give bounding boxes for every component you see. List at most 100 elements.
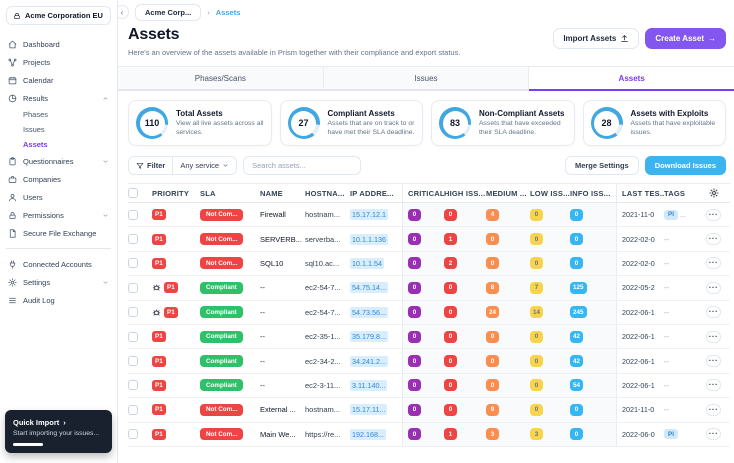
merge-settings-button[interactable]: Merge Settings <box>564 156 639 175</box>
create-asset-button[interactable]: Create Asset → <box>645 28 726 49</box>
asset-ip[interactable]: 3.11.140... <box>350 379 388 391</box>
sidebar-item-questionnaires[interactable]: Questionnaires <box>6 152 111 170</box>
table-row[interactable]: P1 Not Com... SERVERB... serverba... 10.… <box>128 227 730 252</box>
sidebar-item-audit-log[interactable]: Audit Log <box>6 291 111 309</box>
sidebar-item-projects[interactable]: Projects <box>6 53 111 71</box>
download-issues-button[interactable]: Download Issues <box>644 156 726 175</box>
column-header-high-iss-[interactable]: HIGH ISS... <box>444 184 486 202</box>
sidebar-item-calendar[interactable]: Calendar <box>6 71 111 89</box>
asset-ip[interactable]: 192.168... <box>350 428 386 440</box>
import-assets-button[interactable]: Import Assets <box>553 28 640 49</box>
row-checkbox[interactable] <box>128 282 138 293</box>
table-row[interactable]: P1 Not Com... Main We... https://re... 1… <box>128 422 730 447</box>
asset-ip[interactable]: 10.1.1.54 <box>350 257 384 269</box>
asset-ip[interactable]: 15.17.12.1 <box>350 209 388 221</box>
sidebar-item-settings[interactable]: Settings <box>6 273 111 291</box>
asset-name[interactable]: External ... <box>260 398 305 421</box>
breadcrumb-root[interactable]: Acme Corp... <box>135 3 202 21</box>
column-header-low-iss-[interactable]: LOW ISS... <box>530 184 570 202</box>
table-row[interactable]: P1 Not Com... Firewall hostnam... 15.17.… <box>128 203 730 228</box>
asset-name[interactable]: -- <box>260 349 305 372</box>
asset-name[interactable]: -- <box>260 325 305 348</box>
row-checkbox[interactable] <box>128 307 138 318</box>
sidebar-item-secure-file-exchange[interactable]: Secure File Exchange <box>6 224 111 242</box>
asset-ip[interactable]: 35.179.8... <box>350 331 388 343</box>
service-dropdown[interactable]: Any service <box>172 157 236 174</box>
last-tested-date: 2022-05-2 <box>616 276 664 300</box>
column-header-name[interactable]: NAME <box>260 184 305 202</box>
table-row[interactable]: P1 Compliant -- ec2-54-7... 54.75.14... … <box>128 276 730 301</box>
tag-chip[interactable]: PI <box>664 429 678 440</box>
sidebar-item-phases[interactable]: Phases <box>6 107 111 122</box>
row-checkbox[interactable] <box>128 258 138 269</box>
org-selector[interactable]: Acme Corporation EU <box>6 6 111 25</box>
gear-icon[interactable] <box>709 188 719 198</box>
row-checkbox[interactable] <box>128 380 138 391</box>
asset-ip[interactable]: 34.241.2... <box>350 355 388 367</box>
row-actions-button[interactable]: ··· <box>706 355 721 368</box>
row-checkbox[interactable] <box>128 356 138 367</box>
asset-ip[interactable]: 54.73.56... <box>350 306 388 318</box>
sidebar-item-results[interactable]: Results <box>6 89 111 107</box>
asset-name[interactable]: Main We... <box>260 423 305 446</box>
column-header-critical-[interactable]: CRITICAL ... <box>402 184 444 202</box>
asset-name[interactable]: -- <box>260 374 305 397</box>
stat-card-total-assets[interactable]: 110 Total Assets View all live assets ac… <box>128 100 272 146</box>
stat-card-compliant-assets[interactable]: 27 Compliant Assets Assets that are on t… <box>279 100 423 146</box>
stat-card-assets-with-exploits[interactable]: 28 Assets with Exploits Assets that have… <box>582 100 726 146</box>
sidebar-item-dashboard[interactable]: Dashboard <box>6 35 111 53</box>
asset-ip[interactable]: 15.17.11... <box>350 404 388 416</box>
row-checkbox[interactable] <box>128 404 138 415</box>
table-row[interactable]: P1 Compliant -- ec2-3-11... 3.11.140... … <box>128 373 730 399</box>
row-actions-button[interactable]: ··· <box>706 428 721 441</box>
search-input[interactable] <box>252 161 353 170</box>
table-row[interactable]: P1 Compliant -- ec2-34-2... 34.241.2... … <box>128 349 730 374</box>
row-checkbox[interactable] <box>128 234 138 245</box>
tab-assets[interactable]: Assets <box>529 67 734 91</box>
row-actions-button[interactable]: ··· <box>706 379 721 392</box>
row-checkbox[interactable] <box>128 209 138 220</box>
row-checkbox[interactable] <box>128 429 138 440</box>
sidebar-item-assets[interactable]: Assets <box>6 137 111 152</box>
quick-import-popup[interactable]: Quick Import › Start importing your issu… <box>5 410 112 453</box>
asset-name[interactable]: Firewall <box>260 203 305 226</box>
filter-button[interactable]: Filter <box>129 157 172 174</box>
sidebar-item-users[interactable]: Users <box>6 188 111 206</box>
select-all-checkbox[interactable] <box>128 188 138 198</box>
table-row[interactable]: P1 Compliant -- ec2-54-7... 54.73.56... … <box>128 300 730 325</box>
tab-issues[interactable]: Issues <box>323 67 530 91</box>
asset-name[interactable]: SQL10 <box>260 252 305 275</box>
column-header-priority[interactable]: PRIORITY <box>152 184 200 202</box>
sidebar-item-permissions[interactable]: Permissions <box>6 206 111 224</box>
tag-chip[interactable]: PI <box>664 209 678 220</box>
column-header-info-iss-[interactable]: INFO ISS... <box>570 184 616 202</box>
column-header-ip-addre-[interactable]: IP ADDRE... <box>350 184 402 202</box>
column-header-tags[interactable]: TAGS <box>664 184 706 202</box>
row-actions-button[interactable]: ··· <box>706 403 721 416</box>
asset-name[interactable]: -- <box>260 276 305 299</box>
sidebar-item-companies[interactable]: Companies <box>6 170 111 188</box>
row-actions-button[interactable]: ··· <box>706 330 721 343</box>
column-header-hostna-[interactable]: HOSTNA... <box>305 184 350 202</box>
row-actions-button[interactable]: ··· <box>706 306 721 319</box>
asset-ip[interactable]: 54.75.14... <box>350 282 388 294</box>
column-header-last-tes-[interactable]: LAST TES... <box>616 184 664 202</box>
table-row[interactable]: P1 Compliant -- ec2-35-1... 35.179.8... … <box>128 324 730 350</box>
asset-name[interactable]: SERVERB... <box>260 227 305 250</box>
breadcrumb-current[interactable]: Assets <box>216 8 241 17</box>
row-actions-button[interactable]: ··· <box>706 208 721 221</box>
sidebar-item-issues[interactable]: Issues <box>6 122 111 137</box>
tab-phases-scans[interactable]: Phases/Scans <box>118 67 324 91</box>
table-row[interactable]: P1 Not Com... External ... hostnam... 15… <box>128 398 730 423</box>
column-header-medium-[interactable]: MEDIUM ... <box>486 184 530 202</box>
row-actions-button[interactable]: ··· <box>706 257 721 270</box>
column-header-sla[interactable]: SLA <box>200 184 260 202</box>
stat-card-non-compliant-assets[interactable]: 83 Non-Compliant Assets Assets that have… <box>431 100 575 146</box>
row-checkbox[interactable] <box>128 331 138 342</box>
table-row[interactable]: P1 Not Com... SQL10 sql10.ac... 10.1.1.5… <box>128 251 730 277</box>
asset-ip[interactable]: 10.1.1.136 <box>350 233 388 245</box>
row-actions-button[interactable]: ··· <box>706 233 721 246</box>
row-actions-button[interactable]: ··· <box>706 281 721 294</box>
sidebar-item-connected-accounts[interactable]: Connected Accounts <box>6 255 111 273</box>
asset-name[interactable]: -- <box>260 301 305 324</box>
